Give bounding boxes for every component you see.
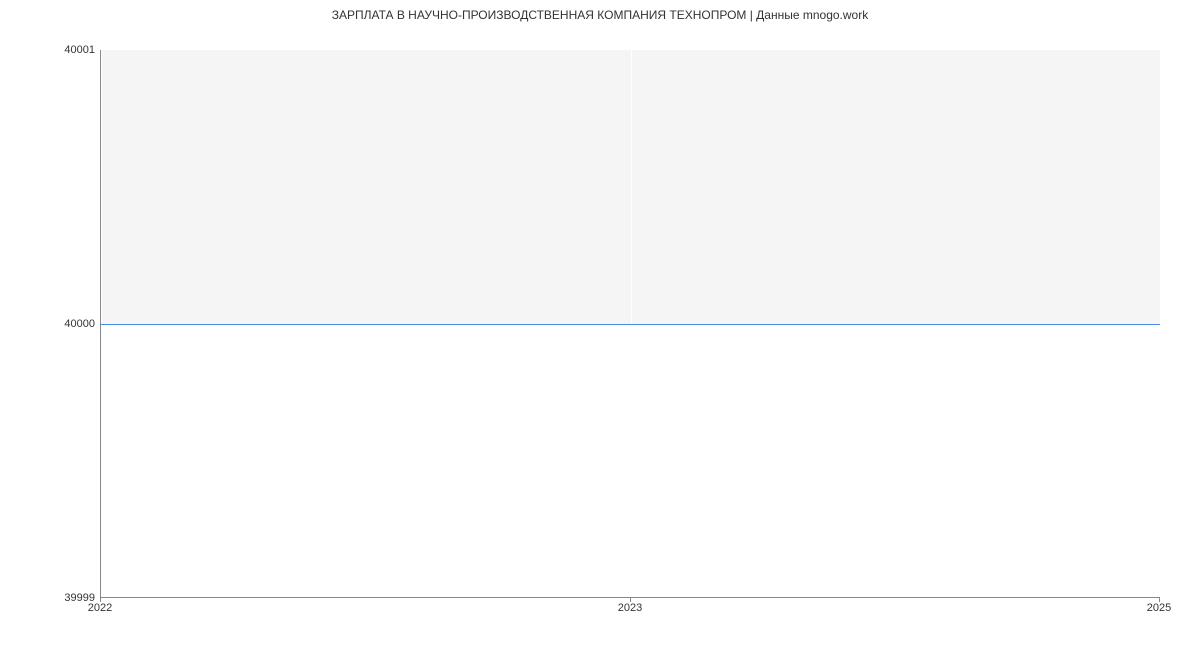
area-fill (101, 324, 1160, 598)
x-axis-tick: 2022 (88, 602, 112, 614)
x-axis-tick: 2023 (618, 602, 642, 614)
y-axis-tick: 39999 (35, 592, 95, 604)
y-axis-tick: 40000 (35, 318, 95, 330)
y-axis-tick: 40001 (35, 44, 95, 56)
x-axis-tick: 2025 (1147, 602, 1171, 614)
data-line (101, 324, 1160, 325)
chart-title: ЗАРПЛАТА В НАУЧНО-ПРОИЗВОДСТВЕННАЯ КОМПА… (0, 8, 1200, 22)
plot-area (100, 50, 1160, 598)
